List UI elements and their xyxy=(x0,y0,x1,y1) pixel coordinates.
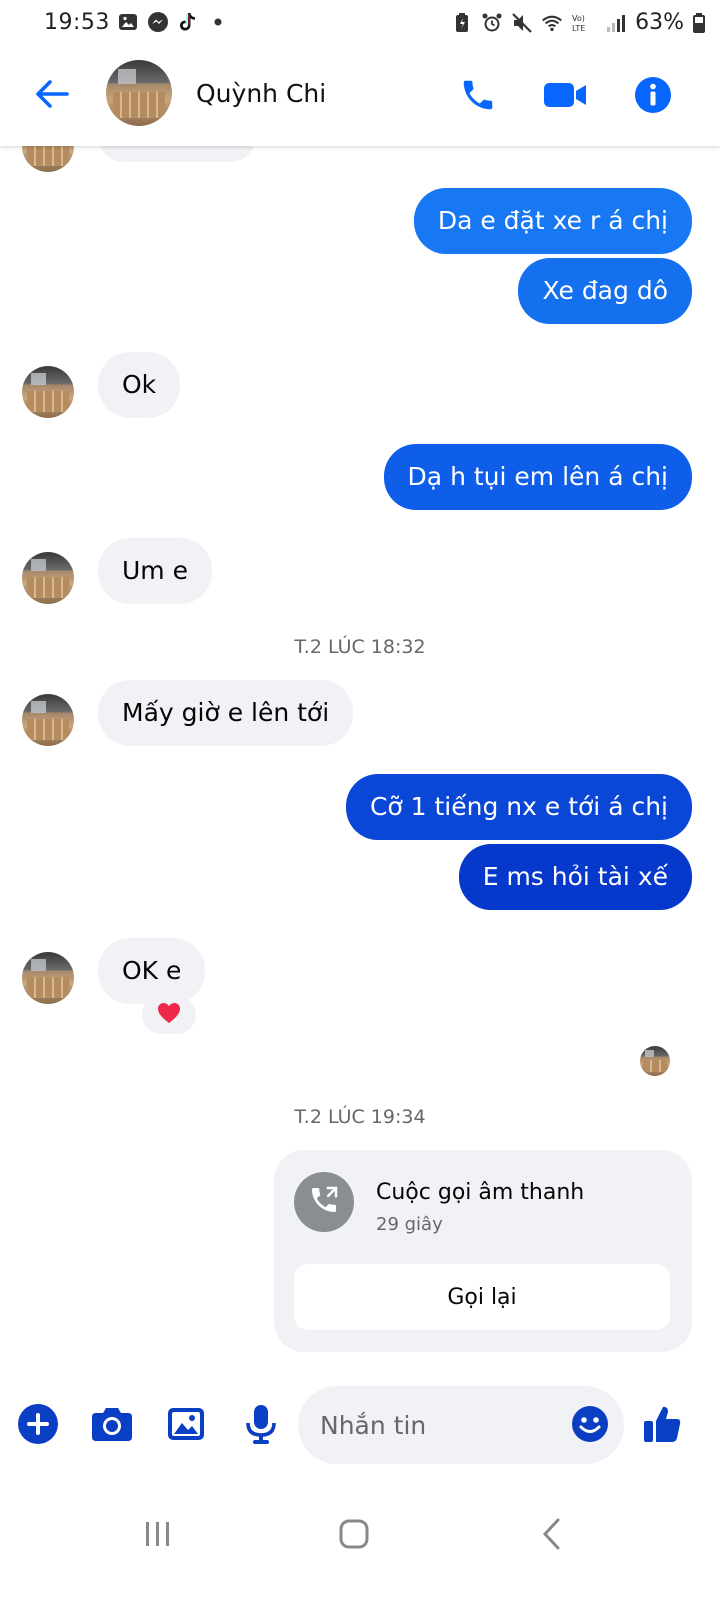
volte-icon: Vo) LTE xyxy=(571,12,597,34)
battery-saver-icon xyxy=(451,12,473,34)
message-bubble-incoming[interactable]: Ok xyxy=(98,352,181,418)
signal-icon xyxy=(605,12,627,34)
back-arrow-icon xyxy=(34,79,70,113)
svg-text:Vo): Vo) xyxy=(572,14,585,23)
wifi-icon xyxy=(541,12,563,34)
phone-icon xyxy=(459,76,497,118)
home-icon xyxy=(338,1518,370,1554)
like-button[interactable] xyxy=(638,1402,686,1450)
message-bubble-outgoing[interactable]: Cỡ 1 tiếng nx e tới á chị xyxy=(345,774,692,840)
call-back-button[interactable]: Gọi lại xyxy=(294,1264,670,1330)
alarm-icon xyxy=(481,12,503,34)
voice-call-button[interactable] xyxy=(455,74,501,120)
call-log-title: Cuộc gọi âm thanh xyxy=(376,1180,585,1205)
message-composer xyxy=(0,1380,720,1472)
message-bubble-outgoing[interactable]: Xe đag dô xyxy=(518,258,692,324)
status-bar: 19:53 Vo) LTE 63% xyxy=(0,0,720,46)
message-bubble-outgoing[interactable]: Da e đặt xe r á chị xyxy=(413,188,692,254)
back-icon xyxy=(540,1517,564,1555)
timestamp-divider: T.2 LÚC 19:34 xyxy=(294,1106,426,1128)
image-icon xyxy=(166,1406,206,1446)
phone-call-icon xyxy=(308,1184,340,1220)
video-call-button[interactable] xyxy=(542,74,588,120)
camera-button[interactable] xyxy=(88,1402,136,1450)
call-log-icon xyxy=(294,1172,354,1232)
battery-percentage: 63% xyxy=(635,10,684,35)
conversation-header: Quỳnh Chi xyxy=(0,46,720,146)
seen-indicator-avatar xyxy=(640,1046,670,1076)
voice-record-button[interactable] xyxy=(237,1402,285,1450)
status-time: 19:53 xyxy=(44,10,110,35)
gallery-icon xyxy=(117,11,139,33)
system-navigation-bar xyxy=(0,1480,720,1600)
microphone-icon xyxy=(245,1403,277,1449)
heart-reaction[interactable] xyxy=(142,996,196,1034)
info-icon xyxy=(633,75,673,119)
call-log-card: Cuộc gọi âm thanh 29 giây Gọi lại xyxy=(274,1150,692,1352)
like-icon xyxy=(641,1403,683,1449)
gallery-button[interactable] xyxy=(162,1402,210,1450)
contact-avatar-small xyxy=(22,952,74,1004)
messenger-icon xyxy=(147,11,169,33)
emoji-icon xyxy=(571,1405,609,1447)
contact-avatar[interactable] xyxy=(106,60,172,126)
message-bubble-incoming[interactable]: OK e xyxy=(98,938,206,1004)
contact-avatar-small xyxy=(22,694,74,746)
contact-avatar-small xyxy=(22,366,74,418)
message-bubble-outgoing[interactable]: E ms hỏi tài xế xyxy=(458,844,692,910)
message-bubble-incoming[interactable]: Um e xyxy=(98,538,212,604)
contact-avatar-small xyxy=(22,552,74,604)
call-log-duration: 29 giây xyxy=(376,1214,443,1235)
recents-icon xyxy=(143,1520,173,1552)
camera-icon xyxy=(90,1405,134,1447)
svg-text:LTE: LTE xyxy=(572,24,585,33)
timestamp-divider: T.2 LÚC 18:32 xyxy=(294,636,426,658)
plus-icon xyxy=(17,1403,59,1449)
info-button[interactable] xyxy=(630,74,676,120)
battery-icon xyxy=(692,12,706,34)
contact-name[interactable]: Quỳnh Chi xyxy=(196,79,326,108)
video-camera-icon xyxy=(542,79,588,115)
recents-button[interactable] xyxy=(128,1506,188,1566)
message-bubble-incoming[interactable]: Mấy giờ e lên tới xyxy=(98,680,354,746)
message-input[interactable] xyxy=(320,1386,560,1464)
tiktok-icon xyxy=(177,11,199,33)
message-input-container[interactable] xyxy=(298,1386,624,1464)
system-back-button[interactable] xyxy=(522,1506,582,1566)
heart-icon xyxy=(156,1001,182,1029)
dot-icon xyxy=(207,11,229,33)
message-bubble-outgoing[interactable]: Dạ h tụi em lên á chị xyxy=(383,444,692,510)
back-button[interactable] xyxy=(30,74,74,118)
emoji-button[interactable] xyxy=(570,1406,610,1446)
more-actions-button[interactable] xyxy=(14,1402,62,1450)
home-button[interactable] xyxy=(324,1506,384,1566)
mute-icon xyxy=(511,12,533,34)
